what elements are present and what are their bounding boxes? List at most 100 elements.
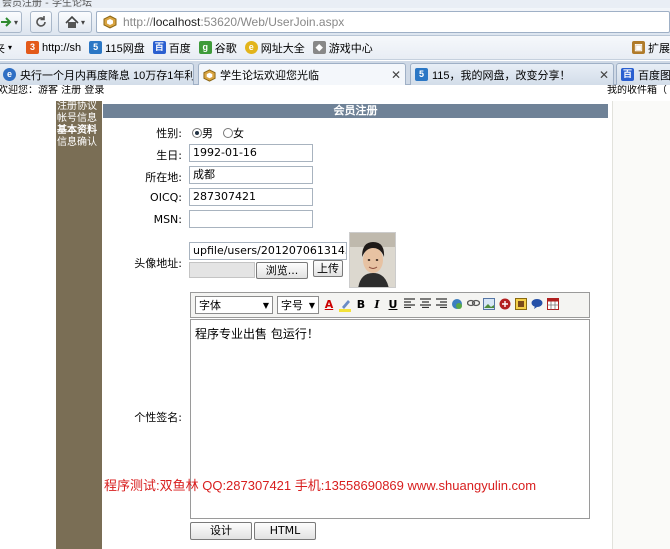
menu-item-profile[interactable]: 基本资料 <box>56 125 102 137</box>
forward-button[interactable]: ▾ <box>0 11 22 33</box>
address-bar[interactable]: http://localhost:53620/Web/UserJoin.aspx <box>96 11 670 33</box>
bookmark-label: 夹 <box>0 40 5 56</box>
font-select-label: 字体 <box>199 299 221 312</box>
menu-item-agreement[interactable]: 注册协议 <box>56 101 102 113</box>
bookmark-item[interactable]: e 网址大全 <box>244 40 305 56</box>
registration-steps-menu: 注册协议 帐号信息 基本资料 信息确认 <box>56 101 102 549</box>
home-button[interactable]: ▾ <box>58 11 92 33</box>
browse-button[interactable]: 浏览... <box>256 262 308 279</box>
bold-icon[interactable]: B <box>355 298 367 312</box>
chevron-down-icon: ▼ <box>308 300 315 310</box>
tab-forum[interactable]: 学生论坛欢迎您光临 ✕ <box>198 63 406 86</box>
quote-icon[interactable] <box>531 298 543 312</box>
location-label: 所在地: <box>145 171 182 184</box>
signature-text: 程序专业出售 包运行！ <box>195 327 319 341</box>
gender-female-option[interactable]: 女 <box>223 125 244 141</box>
font-select[interactable]: 字体 ▼ <box>195 296 273 314</box>
site-icon <box>203 68 216 82</box>
tab-news[interactable]: e 央行一个月内再度降息 10万存1年利... ✕ <box>0 63 194 85</box>
msn-label: MSN: <box>153 213 182 226</box>
media-icon[interactable] <box>515 298 527 312</box>
gender-label: 性别: <box>156 127 182 140</box>
ie-icon: e <box>3 68 16 81</box>
menu-item-confirm[interactable]: 信息确认 <box>56 137 102 149</box>
image-icon[interactable] <box>483 298 495 312</box>
bookmark-favorites[interactable]: 夹 ▾ <box>0 40 12 56</box>
oicq-field[interactable]: 287307421 <box>189 188 313 206</box>
emoticon-icon[interactable] <box>451 298 463 312</box>
bookmark-label: http://sh <box>42 41 82 54</box>
chevron-down-icon: ▾ <box>80 17 85 27</box>
bookmark-label: 115网盘 <box>105 42 145 55</box>
tab-label: 115，我的网盘，改变分享！ <box>432 69 571 82</box>
oicq-label: OICQ: <box>150 191 182 204</box>
html-mode-button[interactable]: HTML <box>254 522 316 540</box>
tab-label: 学生论坛欢迎您光临 <box>220 70 319 82</box>
location-field[interactable]: 成都 <box>189 166 313 184</box>
upload-button[interactable]: 上传 <box>313 260 343 277</box>
bookmark-label: 谷歌 <box>214 42 237 55</box>
tab-baidu-images[interactable]: 百 百度图片 <box>616 63 670 85</box>
align-right-icon[interactable] <box>435 298 447 312</box>
tab-label: 央行一个月内再度降息 10万存1年利... <box>20 69 194 82</box>
refresh-button[interactable] <box>30 11 52 33</box>
site-icon: 3 <box>26 41 40 54</box>
bookmark-item[interactable]: 3 http://sh <box>26 41 81 54</box>
window-titlebar: 会员注册 - 学生论坛 <box>0 0 670 8</box>
editor-toolbar: 字体 ▼ 字号 ▼ A B I U <box>190 292 590 318</box>
chevron-down-icon: ▾ <box>8 43 13 52</box>
avatar-path-field[interactable]: upfile/users/20120706131453986.j <box>189 242 347 260</box>
tab-115[interactable]: 5 115，我的网盘，改变分享！ ✕ <box>410 63 614 85</box>
italic-icon[interactable]: I <box>371 298 383 312</box>
bookmark-item[interactable]: 百 百度 <box>152 40 191 56</box>
gender-male-option[interactable]: 男 <box>192 125 213 141</box>
radio-female[interactable] <box>223 128 233 138</box>
extensions-button[interactable]: ▣ 扩展 <box>632 40 670 56</box>
gender-male-label: 男 <box>202 127 213 140</box>
birthday-label: 生日: <box>156 149 182 162</box>
window-title: 会员注册 - 学生论坛 <box>2 0 92 8</box>
underline-icon[interactable]: U <box>387 298 399 312</box>
size-select-label: 字号 <box>281 299 303 312</box>
games-icon: ◆ <box>312 41 326 54</box>
baidu-icon: 百 <box>152 41 166 54</box>
align-left-icon[interactable] <box>403 298 415 312</box>
bookmark-item[interactable]: 5 115网盘 <box>89 40 145 56</box>
align-center-icon[interactable] <box>419 298 431 312</box>
bookmark-label: 百度 <box>168 42 191 55</box>
font-color-icon[interactable]: A <box>323 298 335 312</box>
highlight-icon[interactable] <box>339 298 351 312</box>
file-path-box[interactable] <box>189 262 255 278</box>
size-select[interactable]: 字号 ▼ <box>277 296 319 314</box>
menu-item-account[interactable]: 帐号信息 <box>56 113 102 125</box>
google-icon: g <box>198 41 212 54</box>
chevron-down-icon: ▼ <box>262 300 269 310</box>
msn-field[interactable] <box>189 210 313 228</box>
sites-icon: e <box>244 41 258 54</box>
115-icon: 5 <box>89 41 103 54</box>
radio-male[interactable] <box>192 128 202 138</box>
bookmark-label: 游戏中心 <box>328 42 373 55</box>
bookmark-item[interactable]: ◆ 游戏中心 <box>312 40 373 56</box>
chevron-down-icon: ▾ <box>13 17 18 27</box>
flash-icon[interactable] <box>499 298 511 312</box>
birthday-field[interactable]: 1992-01-16 <box>189 144 313 162</box>
115-icon: 5 <box>415 68 428 81</box>
baidu-icon: 百 <box>621 68 634 81</box>
welcome-text: 欢迎您：游客 注册 登录 <box>0 85 105 96</box>
site-favicon-icon <box>103 15 117 29</box>
close-icon[interactable]: ✕ <box>391 68 401 82</box>
avatar-image <box>349 232 396 288</box>
tab-strip: e 央行一个月内再度降息 10万存1年利... ✕ 学生论坛欢迎您光临 ✕ 5 … <box>0 61 670 86</box>
navigation-bar: ▾ ▾ http://localhost:53620/Web/UserJoin.… <box>0 8 670 36</box>
refresh-icon <box>36 16 46 27</box>
design-mode-button[interactable]: 设计 <box>190 522 252 540</box>
link-icon[interactable] <box>466 298 481 312</box>
gender-female-label: 女 <box>233 127 244 140</box>
table-icon[interactable] <box>547 298 559 312</box>
close-icon[interactable]: ✕ <box>599 68 609 82</box>
extensions-icon: ▣ <box>632 41 645 54</box>
forward-arrow-icon <box>0 17 12 27</box>
bookmark-item[interactable]: g 谷歌 <box>198 40 237 56</box>
inbox-link[interactable]: 我的收件箱（ <box>607 85 667 96</box>
